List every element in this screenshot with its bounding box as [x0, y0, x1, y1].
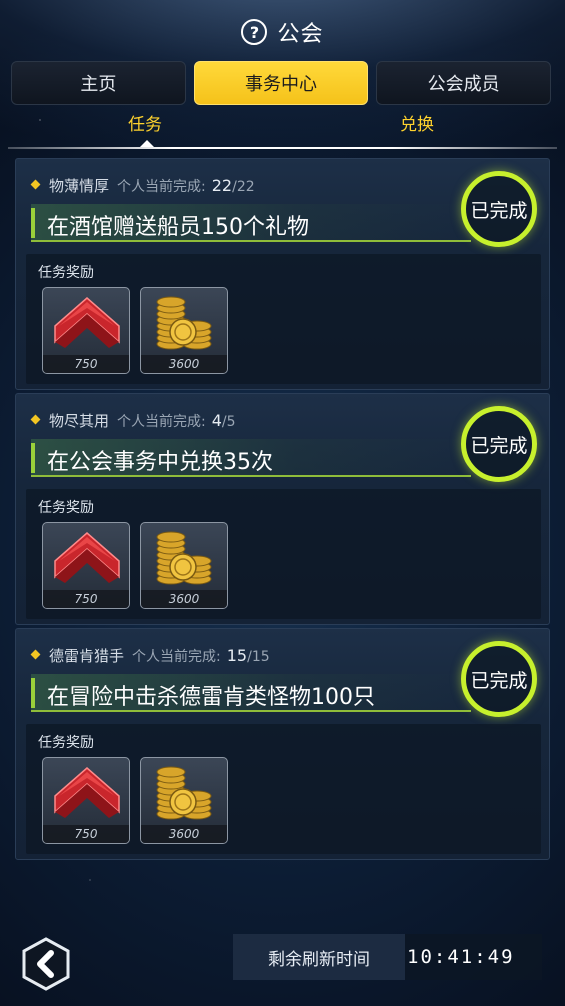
- reward-count: 750: [43, 590, 129, 608]
- tab-home[interactable]: 主页: [11, 61, 186, 105]
- reward-item[interactable]: 3600: [140, 287, 228, 374]
- progress-max: 15: [251, 649, 270, 665]
- gold-coins-icon: [156, 766, 212, 820]
- quest-description-bar: 在酒馆赠送船员150个礼物: [31, 204, 471, 242]
- quest-description: 在冒险中击杀德雷肯类怪物100只: [47, 685, 375, 710]
- quest-card: 物薄情厚 个人当前完成: 22 / 22 在酒馆赠送船员150个礼物 已完成 任…: [15, 158, 550, 390]
- progress-max: 5: [226, 414, 236, 430]
- gold-coins-icon: [156, 531, 212, 585]
- completed-badge-label: 已完成: [470, 434, 528, 457]
- diamond-bullet-icon: [30, 649, 41, 660]
- red-chevron-icon: [54, 532, 120, 583]
- progress-label: 个人当前完成:: [117, 414, 206, 430]
- quest-header: 德雷肯猎手 个人当前完成: 15 / 15: [30, 645, 270, 666]
- progress-current: 22: [211, 176, 233, 195]
- quest-description-bar: 在冒险中击杀德雷肯类怪物100只: [31, 674, 471, 712]
- reward-label: 任务奖励: [38, 265, 94, 281]
- reward-count: 750: [43, 355, 129, 373]
- reward-item[interactable]: 3600: [140, 757, 228, 844]
- subtab-divider: [8, 147, 557, 149]
- diamond-bullet-icon: [30, 414, 41, 425]
- main-tabs: 主页 事务中心 公会成员: [11, 61, 552, 105]
- quest-description: 在酒馆赠送船员150个礼物: [47, 215, 309, 240]
- quest-header: 物尽其用 个人当前完成: 4 / 5: [30, 410, 236, 431]
- reward-count: 3600: [141, 355, 227, 373]
- sub-tabs: 任务 兑换: [0, 110, 565, 136]
- reward-count: 3600: [141, 825, 227, 843]
- completed-badge: 已完成: [461, 641, 537, 717]
- progress-current: 15: [226, 646, 248, 665]
- help-icon[interactable]: ?: [241, 19, 268, 45]
- quest-card: 德雷肯猎手 个人当前完成: 15 / 15 在冒险中击杀德雷肯类怪物100只 已…: [15, 628, 550, 860]
- diamond-bullet-icon: [30, 179, 41, 190]
- back-chevron-icon: [22, 937, 70, 991]
- completed-badge: 已完成: [461, 171, 537, 247]
- progress-label: 个人当前完成:: [117, 179, 206, 195]
- refresh-countdown: 10:41:49: [405, 934, 542, 980]
- subtab-tasks[interactable]: 任务: [128, 110, 162, 135]
- completed-badge: 已完成: [461, 406, 537, 482]
- page-title: 公会: [277, 22, 324, 47]
- reward-panel: 任务奖励 750 3600: [26, 254, 541, 384]
- back-button[interactable]: [20, 936, 72, 992]
- progress-max: 22: [236, 179, 255, 195]
- quest-name: 德雷肯猎手: [49, 647, 125, 665]
- red-chevron-icon: [54, 297, 120, 348]
- reward-count: 750: [43, 825, 129, 843]
- reward-item[interactable]: 750: [42, 287, 130, 374]
- red-chevron-icon: [54, 767, 120, 818]
- reward-item[interactable]: 3600: [140, 522, 228, 609]
- progress-label: 个人当前完成:: [132, 649, 221, 665]
- reward-panel: 任务奖励 750 3600: [26, 724, 541, 854]
- subtab-exchange[interactable]: 兑换: [400, 110, 434, 135]
- reward-count: 3600: [141, 590, 227, 608]
- quest-description-bar: 在公会事务中兑换35次: [31, 439, 471, 477]
- quest-description: 在公会事务中兑换35次: [47, 450, 273, 475]
- completed-badge-label: 已完成: [470, 199, 528, 222]
- quest-name: 物薄情厚: [49, 177, 110, 195]
- reward-label: 任务奖励: [38, 735, 94, 751]
- gold-coins-icon: [156, 296, 212, 350]
- reward-panel: 任务奖励 750 3600: [26, 489, 541, 619]
- subtab-indicator-arrow: [140, 140, 154, 147]
- quest-header: 物薄情厚 个人当前完成: 22 / 22: [30, 175, 255, 196]
- refresh-time-label: 剩余刷新时间: [233, 934, 405, 980]
- reward-label: 任务奖励: [38, 500, 94, 516]
- quest-card: 物尽其用 个人当前完成: 4 / 5 在公会事务中兑换35次 已完成 任务奖励 …: [15, 393, 550, 625]
- tab-affairs-center[interactable]: 事务中心: [193, 61, 369, 105]
- reward-item[interactable]: 750: [42, 757, 130, 844]
- tab-guild-members[interactable]: 公会成员: [376, 61, 552, 105]
- completed-badge-label: 已完成: [470, 669, 528, 692]
- reward-item[interactable]: 750: [42, 522, 130, 609]
- quest-name: 物尽其用: [49, 412, 110, 430]
- header: ? 公会: [0, 14, 565, 50]
- progress-current: 4: [211, 411, 222, 430]
